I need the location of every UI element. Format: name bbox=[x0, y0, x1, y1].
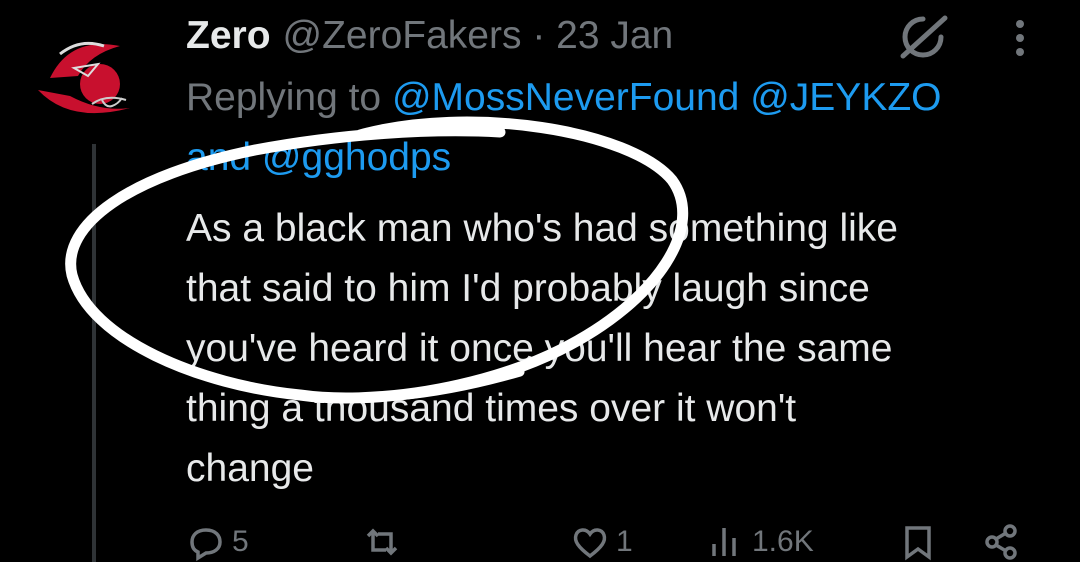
more-vertical-icon[interactable] bbox=[1008, 16, 1032, 60]
tweet-text-line: change bbox=[186, 447, 314, 490]
tweet-actions-bar: 5 1 1.6K bbox=[186, 522, 1046, 562]
bookmark-button[interactable] bbox=[898, 522, 938, 562]
like-count: 1 bbox=[616, 525, 633, 558]
views-icon bbox=[712, 528, 736, 556]
replying-to-label: Replying to bbox=[186, 76, 382, 119]
reply-button[interactable]: 5 bbox=[186, 522, 249, 562]
views-count: 1.6K bbox=[752, 525, 814, 558]
bookmark-icon bbox=[905, 526, 931, 561]
share-icon bbox=[985, 524, 1017, 560]
like-button[interactable]: 1 bbox=[570, 522, 633, 562]
reply-icon bbox=[190, 528, 222, 562]
views-button[interactable]: 1.6K bbox=[706, 522, 814, 562]
tweet-text-line: thing a thousand times over it won't bbox=[186, 387, 797, 430]
handle-and-date[interactable]: @ZeroFakers · 23 Jan bbox=[283, 14, 674, 58]
retweet-icon bbox=[366, 528, 398, 556]
mention-link[interactable]: @JEYKZO bbox=[750, 76, 941, 119]
mention-link[interactable]: @gghodps bbox=[262, 136, 451, 179]
heart-icon bbox=[573, 528, 607, 559]
thread-connector-line bbox=[92, 142, 96, 562]
avatar-image bbox=[30, 16, 158, 144]
avatar[interactable] bbox=[30, 16, 158, 144]
mention-link[interactable]: @MossNeverFound bbox=[392, 76, 739, 119]
tweet-text-line: that said to him I'd probably laugh sinc… bbox=[186, 267, 870, 310]
tweet-text-line: you've heard it once you'll hear the sam… bbox=[186, 327, 893, 370]
tweet-text: As a black man who's had something like … bbox=[186, 199, 1056, 499]
display-name[interactable]: Zero bbox=[186, 14, 271, 58]
share-button[interactable] bbox=[982, 522, 1022, 562]
retweet-button[interactable] bbox=[362, 522, 408, 562]
replying-to-line: Replying to @MossNeverFound @JEYKZO and … bbox=[186, 68, 1066, 188]
tweet-header: Zero @ZeroFakers · 23 Jan bbox=[186, 10, 673, 62]
tweet-text-line: As a black man who's had something like bbox=[186, 207, 898, 250]
grok-icon[interactable] bbox=[895, 12, 951, 62]
reply-count: 5 bbox=[232, 525, 249, 558]
replying-and-label: and bbox=[186, 136, 252, 179]
